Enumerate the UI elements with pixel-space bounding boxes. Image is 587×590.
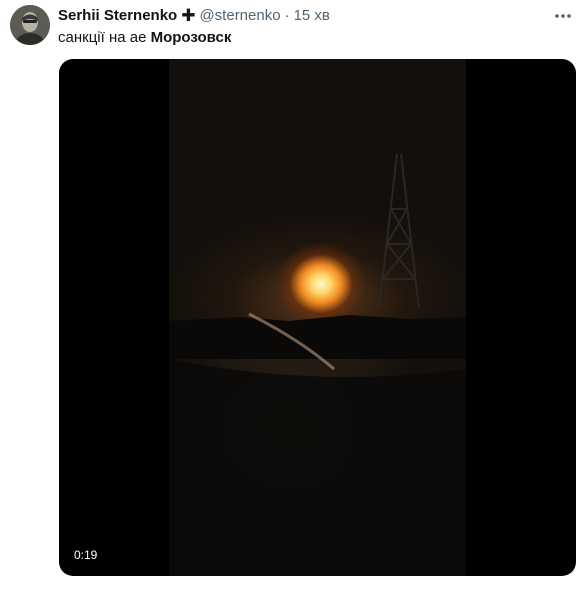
author-name[interactable]: Serhii Sternenko xyxy=(58,6,177,26)
tweet-text-plain: санкції на ае xyxy=(58,29,151,46)
tweet[interactable]: Serhii Sternenko ✚ @sternenko · 15 хв са… xyxy=(0,0,587,590)
more-horizontal-icon[interactable] xyxy=(553,6,573,26)
tweet-timestamp[interactable]: 15 хв xyxy=(294,6,330,26)
avatar-image xyxy=(10,5,50,45)
video-frame xyxy=(169,59,466,576)
horizon-shape xyxy=(169,315,466,359)
tweet-text-bold[interactable]: Морозовск xyxy=(151,29,232,46)
author-handle[interactable]: @sternenko xyxy=(199,6,280,26)
video-scene xyxy=(169,153,466,576)
tweet-text: санкції на ае Морозовск xyxy=(58,28,231,48)
avatar[interactable] xyxy=(10,5,50,45)
dashboard-shape xyxy=(169,359,466,576)
tower-shape xyxy=(378,153,420,310)
video-duration: 0:19 xyxy=(69,546,103,564)
video-player[interactable]: 0:19 xyxy=(59,59,576,576)
separator-dot: · xyxy=(284,7,290,24)
cross-icon: ✚ xyxy=(181,6,196,25)
tweet-header: Serhii Sternenko ✚ @sternenko · 15 хв xyxy=(58,6,547,26)
